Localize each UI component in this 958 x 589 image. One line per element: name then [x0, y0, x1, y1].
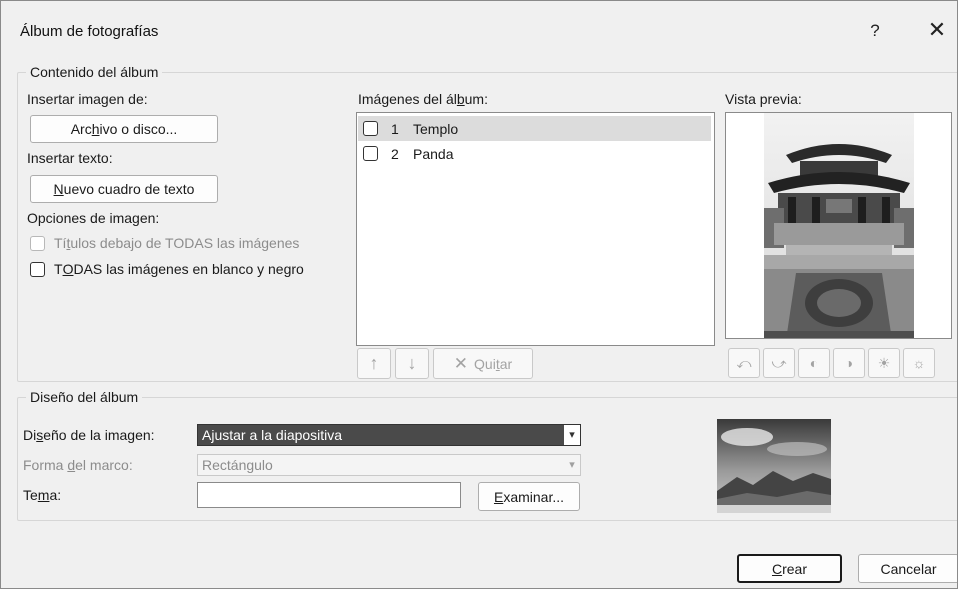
- album-content-legend: Contenido del álbum: [30, 64, 159, 80]
- captions-text-start: Tí: [54, 235, 67, 251]
- layout-preview-thumbnail: [717, 419, 831, 513]
- theme-input[interactable]: [197, 482, 461, 508]
- brightness-increase-button[interactable]: ☀: [868, 348, 900, 378]
- cancel-button[interactable]: Cancelar: [858, 554, 957, 583]
- new-textbox-button[interactable]: Nuevo cuadro de texto: [30, 175, 218, 203]
- contrast-increase-icon: ◐: [809, 355, 819, 371]
- image-1-name: Templo: [413, 120, 459, 137]
- help-button[interactable]: ?: [863, 17, 887, 45]
- move-up-button[interactable]: ↑: [357, 348, 391, 379]
- image-2-checkbox[interactable]: [363, 146, 378, 161]
- temple-photo: [764, 113, 914, 338]
- rotate-right-button[interactable]: ⤻: [763, 348, 795, 378]
- remove-text-start: Qui: [474, 355, 496, 372]
- bw-text-start: T: [54, 261, 63, 277]
- image-options-label: Opciones de imagen:: [27, 210, 160, 226]
- photo-album-dialog: Álbum de fotografías ? ✕ Contenido del á…: [0, 0, 958, 589]
- picture-layout-label: Diseño de la imagen:: [23, 427, 155, 443]
- rotate-right-icon: ⤻: [771, 354, 787, 371]
- file-button-accesskey: h: [91, 121, 100, 137]
- move-down-button[interactable]: ↓: [395, 348, 429, 379]
- rotate-left-icon: ⤺: [736, 354, 752, 371]
- theme-text-start: Te: [23, 487, 38, 503]
- create-button[interactable]: Crear: [737, 554, 842, 583]
- title-bar: Álbum de fotografías ? ✕: [1, 1, 957, 59]
- remove-text-end: ar: [499, 355, 513, 372]
- contrast-decrease-icon: ◑: [844, 355, 854, 371]
- close-icon: ✕: [927, 17, 947, 42]
- image-1-number: 1: [391, 120, 399, 137]
- file-button-text-end: ivo o disco...: [99, 121, 178, 137]
- brightness-decrease-button[interactable]: ☼: [903, 348, 935, 378]
- picture-layout-value: Ajustar a la diapositiva: [202, 427, 343, 443]
- captions-text-end: ulos debajo de TODAS las imágenes: [70, 235, 300, 251]
- album-layout-legend: Diseño del álbum: [30, 389, 139, 405]
- image-preview: [725, 112, 952, 339]
- file-or-disk-button[interactable]: Arc h ivo o disco...: [30, 115, 218, 143]
- insert-image-label: Insertar imagen de:: [27, 91, 148, 107]
- new-textbox-accesskey: N: [53, 181, 64, 197]
- list-item[interactable]: 1 Templo: [358, 116, 711, 141]
- frame-shape-accesskey: d: [67, 457, 76, 473]
- bw-accesskey: O: [62, 261, 74, 277]
- arrow-up-icon: ↑: [369, 353, 379, 373]
- bw-text-end: DAS las imágenes en blanco y negro: [73, 261, 304, 277]
- album-images-text-end: um:: [464, 91, 488, 107]
- black-white-checkbox[interactable]: [30, 261, 45, 277]
- file-button-text-start: Arc: [70, 121, 92, 137]
- close-button[interactable]: ✕: [923, 17, 951, 45]
- theme-accesskey: m: [37, 487, 50, 503]
- rotate-left-button[interactable]: ⤺: [728, 348, 760, 378]
- brightness-decrease-icon: ☼: [912, 355, 926, 371]
- create-text: rear: [782, 560, 808, 577]
- create-accesskey: C: [771, 560, 783, 577]
- image-2-number: 2: [391, 145, 399, 162]
- frame-shape-value: Rectángulo: [202, 457, 273, 473]
- all-black-white-option[interactable]: T O DAS las imágenes en blanco y negro: [30, 261, 304, 277]
- preview-label: Vista previa:: [725, 91, 802, 107]
- image-1-checkbox[interactable]: [363, 121, 378, 136]
- insert-text-label: Insertar texto:: [27, 150, 113, 166]
- remove-button[interactable]: ✕ Qui t ar: [433, 348, 533, 379]
- album-images-accesskey: b: [456, 91, 465, 107]
- brightness-increase-icon: ☀: [877, 354, 891, 371]
- landscape-photo: [717, 419, 831, 513]
- picture-layout-text-end: eño de la imagen:: [43, 427, 155, 443]
- browse-text: xaminar...: [503, 488, 565, 505]
- theme-text-end: a:: [49, 487, 62, 503]
- image-2-name: Panda: [413, 145, 454, 162]
- theme-label: Tema:: [23, 487, 61, 503]
- frame-shape-label: Forma del marco:: [23, 457, 133, 473]
- frame-shape-select[interactable]: Rectángulo ▾: [197, 454, 581, 476]
- list-item[interactable]: 2 Panda: [358, 141, 711, 166]
- album-images-text-start: Imágenes del ál: [358, 91, 457, 107]
- picture-layout-select[interactable]: Ajustar a la diapositiva ▾: [197, 424, 581, 446]
- chevron-down-icon[interactable]: ▾: [564, 425, 580, 445]
- new-textbox-text: uevo cuadro de texto: [63, 181, 195, 197]
- contrast-increase-button[interactable]: ◐: [798, 348, 830, 378]
- captions-checkbox[interactable]: [30, 235, 45, 251]
- captions-below-all-option[interactable]: Tí t ulos debajo de TODAS las imágenes: [30, 235, 299, 251]
- album-images-label: Imágenes del álbum:: [358, 91, 488, 107]
- arrow-down-icon: ↓: [407, 353, 417, 373]
- chevron-down-icon[interactable]: ▾: [564, 455, 580, 475]
- frame-shape-text-start: Forma: [23, 457, 68, 473]
- remove-x-icon: ✕: [453, 353, 469, 373]
- contrast-decrease-button[interactable]: ◑: [833, 348, 865, 378]
- browse-accesskey: E: [493, 488, 504, 505]
- browse-button[interactable]: Examinar...: [478, 482, 580, 511]
- frame-shape-text-end: el marco:: [75, 457, 133, 473]
- picture-layout-text-start: Di: [23, 427, 37, 443]
- album-images-list[interactable]: 1 Templo 2 Panda: [356, 112, 715, 346]
- dialog-title: Álbum de fotografías: [20, 23, 159, 40]
